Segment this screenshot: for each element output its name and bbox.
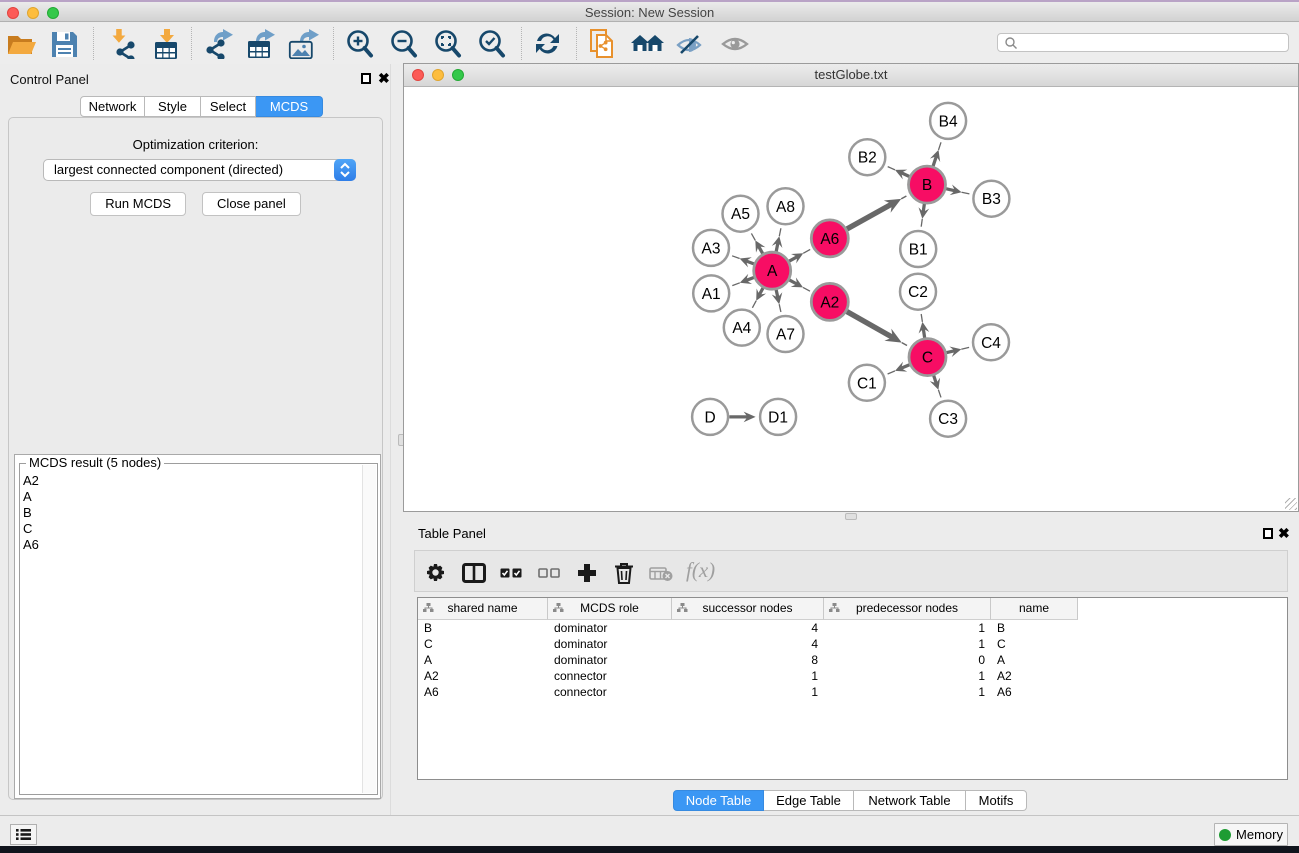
svg-text:C1: C1 [857, 375, 877, 392]
svg-text:A6: A6 [820, 231, 839, 248]
svg-text:B4: B4 [939, 113, 958, 130]
svg-text:D1: D1 [768, 409, 788, 426]
svg-text:C: C [922, 350, 933, 367]
svg-text:B3: B3 [982, 191, 1001, 208]
svg-text:A2: A2 [820, 294, 839, 311]
svg-text:C4: C4 [981, 335, 1001, 352]
svg-text:C3: C3 [938, 411, 958, 428]
svg-text:B2: B2 [858, 150, 877, 167]
svg-text:A: A [767, 263, 778, 280]
svg-text:A1: A1 [702, 286, 721, 303]
svg-text:A4: A4 [732, 320, 751, 337]
svg-text:A5: A5 [731, 206, 750, 223]
svg-text:A8: A8 [776, 199, 795, 216]
svg-text:A3: A3 [702, 240, 721, 257]
svg-text:D: D [704, 409, 715, 426]
svg-text:B: B [922, 177, 932, 194]
svg-text:B1: B1 [909, 242, 928, 259]
svg-text:C2: C2 [908, 284, 928, 301]
svg-text:A7: A7 [776, 327, 795, 344]
